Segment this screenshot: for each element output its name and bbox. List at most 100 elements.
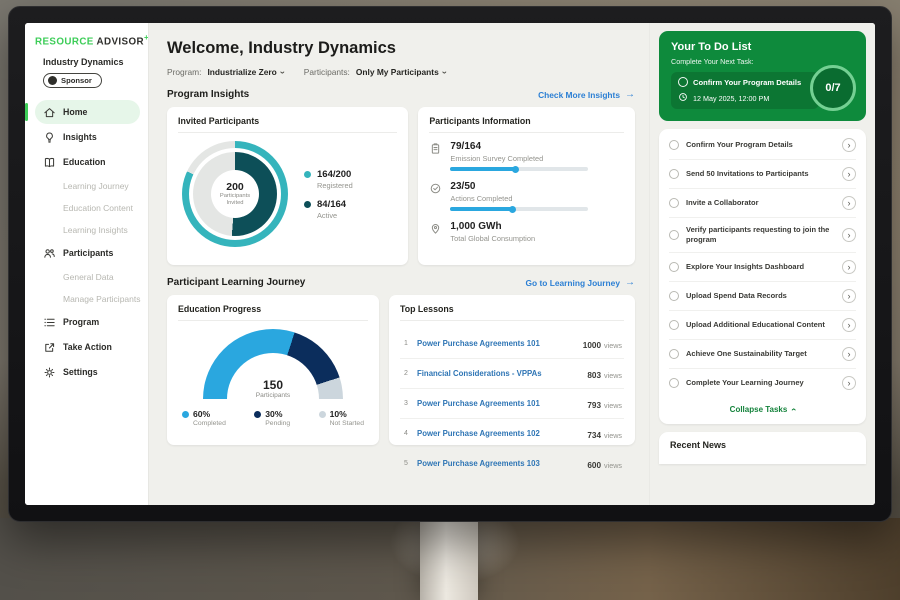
legend-dot — [304, 171, 311, 178]
task-row-invite-collaborator[interactable]: Invite a Collaborator › — [669, 189, 856, 218]
chevron-right-icon[interactable]: › — [842, 289, 856, 303]
participants-filter-dropdown[interactable]: Only My Participants › — [356, 67, 446, 77]
lesson-rank: 1 — [402, 340, 410, 347]
gauge-center-value: 150 — [203, 378, 343, 392]
chevron-right-icon[interactable]: › — [842, 228, 856, 242]
sidebar-item-home[interactable]: Home — [35, 100, 140, 124]
actions-progress-bar — [450, 207, 588, 211]
check-more-insights-link[interactable]: Check More Insights → — [538, 89, 635, 100]
task-row-upload-spend-data[interactable]: Upload Spend Data Records › — [669, 282, 856, 311]
sidebar-item-settings[interactable]: Settings — [35, 360, 140, 384]
checkbox-circle-icon[interactable] — [669, 378, 679, 388]
checkbox-circle-icon[interactable] — [669, 198, 679, 208]
sidebar-item-label: Learning Journey — [63, 181, 129, 191]
legend-registered: 164/200 Registered — [304, 169, 353, 190]
donut-center-label: Participants Invited — [215, 193, 255, 207]
task-row-send-invitations[interactable]: Send 50 Invitations to Participants › — [669, 160, 856, 189]
chevron-right-icon[interactable]: › — [842, 138, 856, 152]
lesson-link[interactable]: Power Purchase Agreements 101 — [417, 339, 576, 348]
task-label: Complete Your Learning Journey — [686, 378, 835, 388]
lightbulb-icon — [43, 131, 56, 144]
lesson-link[interactable]: Power Purchase Agreements 103 — [417, 459, 580, 468]
education-progress-card: Education Progress 150 Participants — [167, 295, 379, 445]
insights-cards-row: Invited Participants 200 Participants In… — [167, 107, 635, 265]
legend-value: 164/200 — [317, 169, 353, 180]
chevron-right-icon[interactable]: › — [842, 318, 856, 332]
sidebar-item-label: Home — [63, 107, 87, 117]
invited-donut-wrap: 200 Participants Invited 164/200 Registe… — [178, 141, 397, 247]
sidebar-item-learning-journey[interactable]: Learning Journey — [35, 175, 140, 196]
lesson-views: 793 — [587, 401, 601, 410]
chevron-right-icon[interactable]: › — [842, 260, 856, 274]
sidebar-item-take-action[interactable]: Take Action — [35, 335, 140, 359]
lesson-views-unit: views — [604, 371, 622, 380]
program-filter-dropdown[interactable]: Industrialize Zero › — [207, 67, 283, 77]
participants-filter-label: Participants: — [304, 67, 350, 77]
chevron-right-icon[interactable]: › — [842, 167, 856, 181]
sidebar-item-participants[interactable]: Participants — [35, 241, 140, 265]
go-to-learning-journey-link[interactable]: Go to Learning Journey → — [526, 277, 635, 288]
legend-label: Completed — [193, 420, 226, 427]
sidebar-item-label: Manage Participants — [63, 294, 141, 304]
checkbox-circle-icon[interactable] — [678, 77, 688, 87]
checkbox-circle-icon[interactable] — [669, 320, 679, 330]
legend-dot — [254, 411, 261, 418]
sponsor-badge[interactable]: Sponsor — [43, 73, 102, 88]
sidebar-item-learning-insights[interactable]: Learning Insights — [35, 219, 140, 240]
collapse-tasks-button[interactable]: Collapse Tasks › — [669, 397, 856, 420]
sidebar-item-education[interactable]: Education — [35, 150, 140, 174]
card-title: Invited Participants — [178, 116, 397, 133]
sidebar-item-manage-participants[interactable]: Manage Participants — [35, 288, 140, 309]
clock-icon — [678, 92, 688, 104]
checkbox-circle-icon[interactable] — [669, 169, 679, 179]
sidebar: RESOURCE ADVISOR+ Industry Dynamics Spon… — [25, 23, 149, 505]
chevron-right-icon[interactable]: › — [842, 196, 856, 210]
lesson-link[interactable]: Power Purchase Agreements 102 — [417, 429, 580, 438]
chevron-down-icon: › — [278, 71, 287, 74]
lesson-link[interactable]: Financial Considerations - VPPAs — [417, 369, 580, 378]
next-task-label: Confirm Your Program Details — [693, 78, 801, 87]
filter-bar: Program: Industrialize Zero › Participan… — [167, 67, 635, 77]
task-row-achieve-target[interactable]: Achieve One Sustainability Target › — [669, 340, 856, 369]
sidebar-item-general-data[interactable]: General Data — [35, 266, 140, 287]
invited-legend: 164/200 Registered 84/164 Active — [304, 160, 353, 229]
sidebar-item-label: Program — [63, 317, 99, 327]
participants-filter-value: Only My Participants — [356, 67, 439, 77]
task-label: Upload Additional Educational Content — [686, 320, 835, 330]
participants-information-card: Participants Information 79/164 Emission… — [418, 107, 635, 265]
legend-completed: 60% Completed — [182, 409, 226, 427]
legend-value: 84/164 — [317, 199, 346, 210]
sidebar-item-label: Settings — [63, 367, 98, 377]
checkbox-circle-icon[interactable] — [669, 291, 679, 301]
lesson-views-unit: views — [604, 401, 622, 410]
info-value: 79/164 — [450, 141, 588, 152]
task-label: Invite a Collaborator — [686, 198, 835, 208]
task-row-explore-insights[interactable]: Explore Your Insights Dashboard › — [669, 253, 856, 282]
monitor-bezel: RESOURCE ADVISOR+ Industry Dynamics Spon… — [8, 6, 892, 522]
invited-donut-chart: 200 Participants Invited — [182, 141, 288, 247]
sidebar-item-education-content[interactable]: Education Content — [35, 197, 140, 218]
sidebar-item-insights[interactable]: Insights — [35, 125, 140, 149]
section-title-program-insights: Program Insights — [167, 89, 249, 100]
legend-dot — [319, 411, 326, 418]
top-lessons-card: Top Lessons 1 Power Purchase Agreements … — [389, 295, 635, 445]
chevron-right-icon[interactable]: › — [842, 376, 856, 390]
clipboard-icon — [429, 142, 442, 155]
lesson-row: 2 Financial Considerations - VPPAs 803vi… — [400, 359, 624, 389]
task-row-verify-participants[interactable]: Verify participants requesting to join t… — [669, 218, 856, 253]
todo-progress-value: 0/7 — [825, 82, 840, 94]
checkbox-circle-icon[interactable] — [669, 349, 679, 359]
task-row-confirm-program[interactable]: Confirm Your Program Details › — [669, 131, 856, 160]
sidebar-item-program[interactable]: Program — [35, 310, 140, 334]
checkbox-circle-icon[interactable] — [669, 262, 679, 272]
checkbox-circle-icon[interactable] — [669, 230, 679, 240]
chevron-right-icon[interactable]: › — [842, 347, 856, 361]
sidebar-item-label: Take Action — [63, 342, 112, 352]
legend-value: 60% — [193, 409, 226, 419]
checkbox-circle-icon[interactable] — [669, 140, 679, 150]
task-row-complete-learning-journey[interactable]: Complete Your Learning Journey › — [669, 369, 856, 397]
lesson-link[interactable]: Power Purchase Agreements 101 — [417, 399, 580, 408]
donut-center-value: 200 — [226, 181, 244, 193]
next-task-box[interactable]: Confirm Your Program Details 12 May 2025… — [671, 72, 819, 109]
task-row-upload-educational-content[interactable]: Upload Additional Educational Content › — [669, 311, 856, 340]
